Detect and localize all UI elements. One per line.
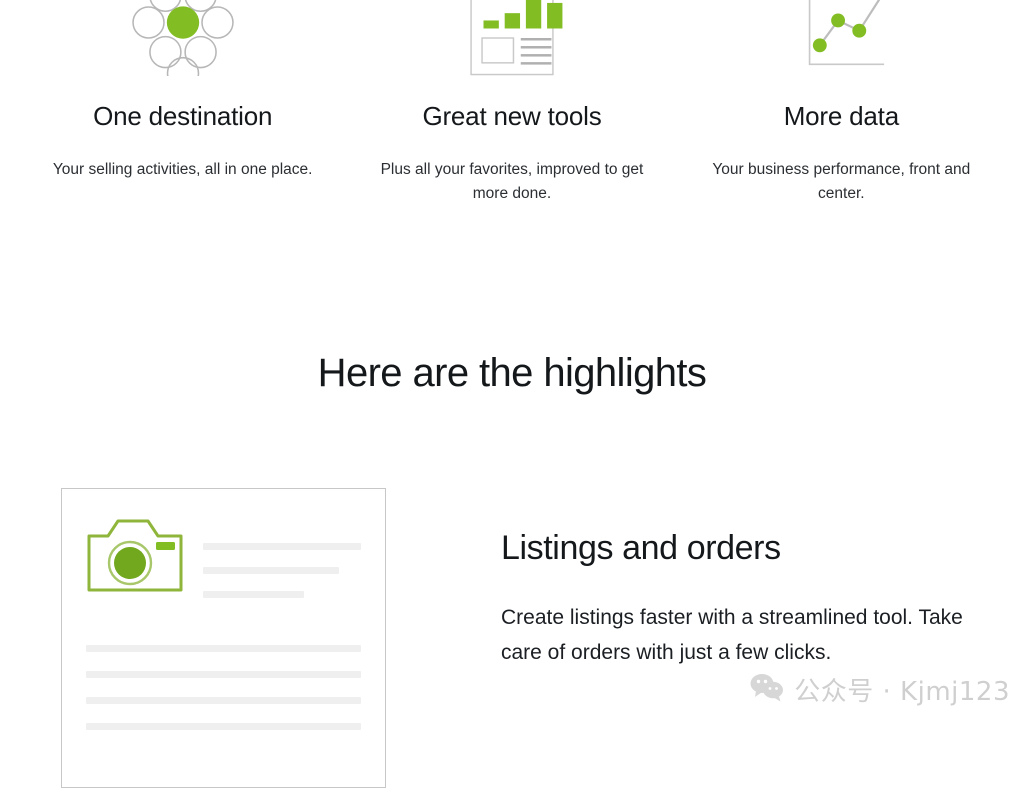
camera-icon — [86, 517, 184, 599]
highlight-description: Create listings faster with a streamline… — [501, 606, 963, 664]
feature-column-one-destination: One destination Your selling activities,… — [18, 0, 347, 206]
feature-row: One destination Your selling activities,… — [0, 0, 1024, 206]
highlight-text-block: Listings and orders Create listings fast… — [501, 488, 971, 670]
feature-description: Plus all your favorites, improved to get… — [380, 160, 644, 202]
skeleton-line — [203, 590, 305, 598]
feature-column-more-data: More data Your business performance, fro… — [677, 0, 1006, 206]
highlight-block: Listings and orders Create listings fast… — [0, 395, 1024, 788]
line-chart-icon — [782, 0, 900, 76]
skeleton-line — [203, 542, 361, 550]
circle-cluster-icon — [103, 0, 263, 76]
skeleton-line — [86, 670, 361, 678]
feature-title: Great new tools — [422, 101, 602, 131]
feature-description: Your selling activities, all in one plac… — [52, 160, 313, 178]
feature-description: Your business performance, front and cen… — [712, 160, 971, 202]
listing-preview-card — [61, 487, 386, 788]
page-title: Here are the highlights — [317, 350, 707, 395]
report-document-icon — [454, 0, 570, 76]
skeleton-line — [86, 696, 361, 704]
skeleton-line — [86, 644, 361, 652]
card-body-placeholder-group — [86, 615, 361, 730]
card-text-placeholder-group — [203, 517, 361, 615]
card-top-row — [86, 517, 361, 615]
feature-column-great-new-tools: Great new tools Plus all your favorites,… — [347, 0, 676, 206]
feature-title: One destination — [93, 101, 273, 131]
skeleton-line — [203, 566, 339, 574]
highlight-title: Listings and orders — [501, 528, 781, 567]
feature-title: More data — [783, 101, 899, 131]
skeleton-line — [86, 722, 361, 730]
